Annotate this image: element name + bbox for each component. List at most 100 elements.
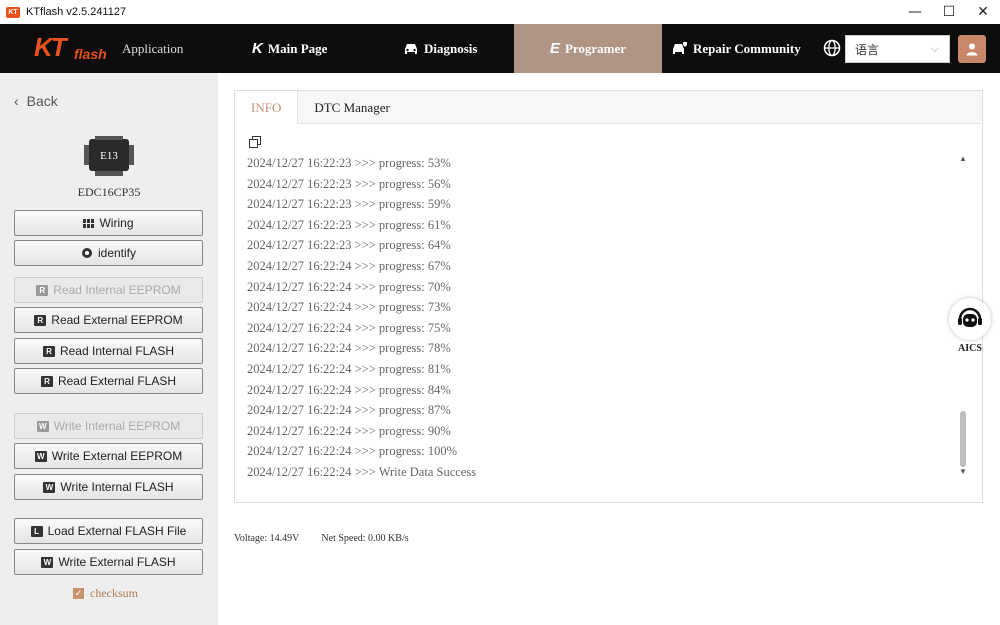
write-icon: W xyxy=(41,556,54,568)
scroll-up-arrow-icon[interactable]: ▲ xyxy=(959,154,967,163)
back-button[interactable]: ‹ Back xyxy=(14,93,58,109)
app-logo-icon: KT xyxy=(6,6,20,18)
log-line: 2024/12/27 16:22:23 >>> progress: 61% xyxy=(247,217,451,232)
write-external-flash-label: Write External FLASH xyxy=(58,555,176,569)
log-line: 2024/12/27 16:22:24 >>> progress: 100% xyxy=(247,444,458,459)
aics-assistant-button[interactable] xyxy=(949,298,991,340)
status-bar: Voltage: 14.49V Net Speed: 0.00 KB/s xyxy=(234,533,409,544)
minimize-button[interactable]: — xyxy=(898,0,932,24)
log-line: 2024/12/27 16:22:23 >>> progress: 59% xyxy=(247,197,451,212)
read-external-flash-button[interactable]: R Read External FLASH xyxy=(14,368,203,394)
nav-programer[interactable]: E Programer xyxy=(514,24,662,73)
nav-application-label[interactable]: Application xyxy=(122,41,183,57)
read-icon: R xyxy=(42,345,55,357)
wiring-button[interactable]: Wiring xyxy=(14,210,203,236)
window-title: KTflash v2.5.241127 xyxy=(26,6,127,18)
nav-diagnosis[interactable]: Diagnosis xyxy=(403,24,477,73)
maximize-button[interactable]: ☐ xyxy=(932,0,966,24)
write-external-eeprom-label: Write External EEPROM xyxy=(51,449,183,463)
write-icon: W xyxy=(34,450,47,462)
write-internal-flash-label: Write Internal FLASH xyxy=(60,480,174,494)
load-external-flash-file-button[interactable]: L Load External FLASH File xyxy=(14,518,203,544)
load-icon: L xyxy=(30,525,43,537)
log-line: 2024/12/27 16:22:23 >>> progress: 53% xyxy=(247,156,451,170)
log-line: 2024/12/27 16:22:24 >>> progress: 67% xyxy=(247,258,451,273)
title-bar: KT KTflash v2.5.241127 — ☐ ✕ xyxy=(0,0,1000,24)
sidebar: ‹ Back E13 EDC16CP35 Wiring identify R R… xyxy=(0,73,218,625)
nav-diagnosis-label: Diagnosis xyxy=(424,40,478,56)
identify-label: identify xyxy=(97,246,137,260)
repair-car-icon xyxy=(673,42,687,54)
read-icon: R xyxy=(40,375,53,387)
write-external-flash-button[interactable]: W Write External FLASH xyxy=(14,549,203,575)
log-line: 2024/12/27 16:22:24 >>> progress: 70% xyxy=(247,279,451,294)
write-internal-eeprom-label: Write Internal EEPROM xyxy=(53,419,181,433)
load-external-flash-file-label: Load External FLASH File xyxy=(47,524,187,538)
log-output: 2024/12/27 16:22:23 >>> progress: 53% 202… xyxy=(247,153,947,483)
net-speed-value: 0.00 KB/s xyxy=(368,533,409,544)
write-external-eeprom-button[interactable]: W Write External EEPROM xyxy=(14,443,203,469)
globe-icon[interactable] xyxy=(822,38,842,58)
write-icon: W xyxy=(43,481,56,493)
info-panel: INFO DTC Manager 2024/12/27 16:22:23 >>>… xyxy=(234,90,983,503)
window-controls: — ☐ ✕ xyxy=(898,0,1000,24)
identify-icon xyxy=(81,248,92,258)
log-line: 2024/12/27 16:22:24 >>> progress: 90% xyxy=(247,423,451,438)
identify-button[interactable]: identify xyxy=(14,240,203,266)
scroll-down-arrow-icon[interactable]: ▼ xyxy=(959,467,967,476)
ecu-chip-label: E13 xyxy=(100,150,118,162)
wiring-icon xyxy=(83,218,95,228)
car-icon xyxy=(405,43,417,54)
chevron-down-icon: ⌵ xyxy=(930,42,939,55)
ecu-name: EDC16CP35 xyxy=(77,185,141,199)
voltage-label: Voltage: xyxy=(234,533,268,544)
read-external-eeprom-button[interactable]: R Read External EEPROM xyxy=(14,307,203,333)
log-line: 2024/12/27 16:22:24 >>> progress: 84% xyxy=(247,382,451,397)
ecu-chip-icon: E13 xyxy=(84,136,134,176)
tab-bar: INFO DTC Manager xyxy=(235,91,982,124)
write-icon: W xyxy=(36,420,49,432)
checkbox-checked-icon: ✓ xyxy=(73,588,84,599)
net-speed-label: Net Speed: xyxy=(321,533,366,544)
close-button[interactable]: ✕ xyxy=(966,0,1000,24)
tab-info[interactable]: INFO xyxy=(235,91,299,124)
checksum-label: checksum xyxy=(90,586,138,600)
read-internal-flash-button[interactable]: R Read Internal FLASH xyxy=(14,338,203,364)
write-internal-eeprom-button[interactable]: W Write Internal EEPROM xyxy=(14,413,203,439)
write-internal-flash-button[interactable]: W Write Internal FLASH xyxy=(14,474,203,500)
log-line: 2024/12/27 16:22:24 >>> progress: 73% xyxy=(247,300,451,315)
read-internal-eeprom-label: Read Internal EEPROM xyxy=(53,283,181,297)
user-icon xyxy=(966,43,978,56)
nav-repair-community-label: Repair Community xyxy=(693,40,801,56)
log-line: 2024/12/27 16:22:24 >>> Write Data Succe… xyxy=(247,464,477,479)
back-label: Back xyxy=(26,93,58,109)
voltage-status: Voltage: 14.49V xyxy=(234,533,299,544)
checksum-checkbox[interactable]: ✓ checksum xyxy=(73,586,138,601)
scrollbar-thumb[interactable] xyxy=(960,411,966,467)
log-line: 2024/12/27 16:22:24 >>> progress: 87% xyxy=(247,403,451,418)
log-line: 2024/12/27 16:22:23 >>> progress: 64% xyxy=(247,238,451,253)
ktflash-logo[interactable]: KT flash xyxy=(32,32,114,66)
copy-icon[interactable] xyxy=(249,136,261,148)
tab-dtc-manager[interactable]: DTC Manager xyxy=(298,91,405,124)
net-speed-status: Net Speed: 0.00 KB/s xyxy=(321,533,408,544)
read-internal-eeprom-button[interactable]: R Read Internal EEPROM xyxy=(14,277,203,303)
aics-label: AICS xyxy=(958,343,982,354)
user-avatar-button[interactable] xyxy=(958,35,986,63)
language-select[interactable]: 语言 ⌵ xyxy=(845,35,950,63)
top-navbar: KT flash Application K Main Page Diagnos… xyxy=(0,24,1000,73)
nav-main-page[interactable]: K Main Page xyxy=(252,24,327,73)
nav-repair-community[interactable]: Repair Community xyxy=(672,24,801,73)
wiring-label: Wiring xyxy=(99,216,134,230)
language-select-value: 语言 xyxy=(855,42,880,57)
log-line: 2024/12/27 16:22:23 >>> progress: 56% xyxy=(247,176,451,191)
read-external-flash-label: Read External FLASH xyxy=(57,374,177,388)
nav-programer-label: Programer xyxy=(564,40,627,56)
nav-main-page-label: Main Page xyxy=(267,40,328,56)
e-icon: E xyxy=(549,40,560,57)
log-line: 2024/12/27 16:22:24 >>> progress: 78% xyxy=(247,341,451,356)
read-icon: R xyxy=(36,284,49,296)
k-icon: K xyxy=(252,40,263,57)
chevron-left-icon: ‹ xyxy=(14,93,19,109)
log-line: 2024/12/27 16:22:24 >>> progress: 81% xyxy=(247,361,451,376)
